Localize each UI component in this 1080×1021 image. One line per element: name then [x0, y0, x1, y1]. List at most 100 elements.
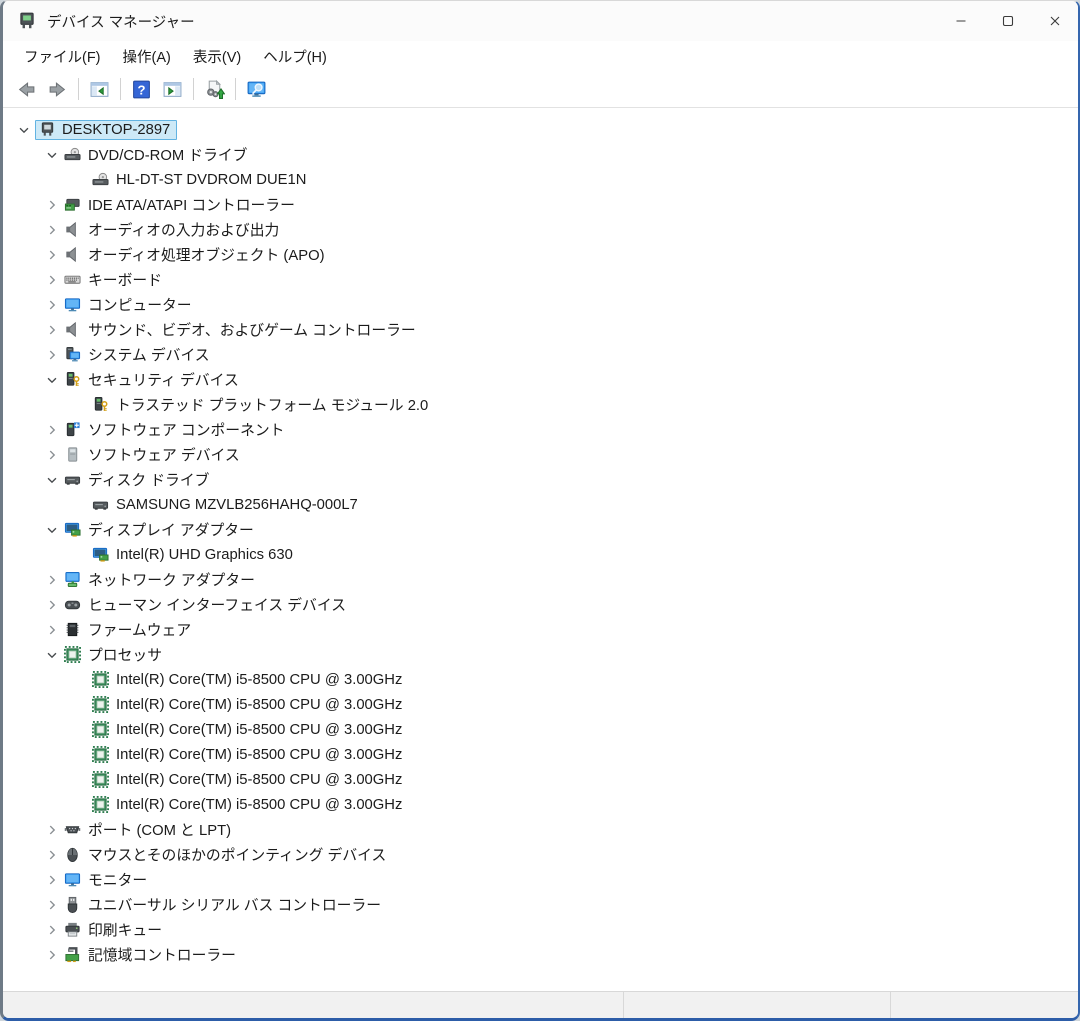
chevron-right-icon[interactable] [43, 847, 61, 863]
tree-item-label: プロセッサ [88, 643, 165, 666]
tree-item[interactable]: ネットワーク アダプター [3, 567, 1078, 592]
tree-item[interactable]: ユニバーサル シリアル バス コントローラー [3, 892, 1078, 917]
tree-item[interactable]: DVD/CD-ROM ドライブ [3, 142, 1078, 167]
minimize-button[interactable] [937, 1, 984, 41]
processor-icon [91, 671, 110, 689]
tree-item-label: IDE ATA/ATAPI コントローラー [88, 193, 298, 216]
tree-item[interactable]: HL-DT-ST DVDROM DUE1N [3, 167, 1078, 192]
chevron-right-icon[interactable] [43, 422, 61, 438]
forward-button[interactable] [42, 76, 73, 103]
menu-item-file[interactable]: ファイル(F) [13, 42, 112, 71]
chevron-down-icon[interactable] [43, 647, 61, 663]
chevron-right-icon[interactable] [43, 622, 61, 638]
selected-item-highlight: DESKTOP-2897 [35, 120, 177, 140]
chevron-right-icon[interactable] [43, 897, 61, 913]
tree-item[interactable]: オーディオ処理オブジェクト (APO) [3, 242, 1078, 267]
tree-item[interactable]: セキュリティ デバイス [3, 367, 1078, 392]
chevron-down-icon[interactable] [43, 472, 61, 488]
tree-item-label: ファームウェア [88, 618, 194, 641]
chevron-right-icon[interactable] [43, 822, 61, 838]
chevron-down-icon[interactable] [43, 372, 61, 388]
tree-item[interactable]: サウンド、ビデオ、およびゲーム コントローラー [3, 317, 1078, 342]
show-hide-action-pane-button[interactable] [157, 76, 188, 103]
menu-item-help[interactable]: ヘルプ(H) [252, 42, 338, 71]
show-hide-console-tree-button[interactable] [84, 76, 115, 103]
processor-icon [91, 746, 110, 764]
chevron-right-icon[interactable] [43, 447, 61, 463]
tree-item[interactable]: ポート (COM と LPT) [3, 817, 1078, 842]
tree-item[interactable]: モニター [3, 867, 1078, 892]
speaker-icon [63, 221, 82, 239]
processor-icon [91, 721, 110, 739]
chevron-right-icon[interactable] [43, 947, 61, 963]
tree-item[interactable]: SAMSUNG MZVLB256HAHQ-000L7 [3, 492, 1078, 517]
chevron-right-icon[interactable] [43, 247, 61, 263]
tree-item[interactable]: トラステッド プラットフォーム モジュール 2.0 [3, 392, 1078, 417]
forward-arrow-icon [47, 79, 68, 100]
scan-hardware-icon [246, 79, 267, 100]
chevron-right-icon[interactable] [43, 297, 61, 313]
hid-icon [63, 596, 82, 614]
chevron-right-icon[interactable] [43, 872, 61, 888]
chevron-right-icon[interactable] [43, 572, 61, 588]
network-adapter-icon [63, 571, 82, 589]
display-adapter-icon [63, 521, 82, 539]
tree-item[interactable]: ディスク ドライブ [3, 467, 1078, 492]
chevron-right-icon[interactable] [43, 322, 61, 338]
tree-item[interactable]: システム デバイス [3, 342, 1078, 367]
tree-item[interactable]: プロセッサ [3, 642, 1078, 667]
help-button[interactable]: ? [126, 76, 157, 103]
tree-item[interactable]: コンピューター [3, 292, 1078, 317]
system-devices-icon [63, 346, 82, 364]
menu-item-view[interactable]: 表示(V) [182, 42, 252, 71]
maximize-button[interactable] [984, 1, 1031, 41]
security-device-icon [91, 396, 110, 414]
menu-item-action[interactable]: 操作(A) [112, 42, 182, 71]
chevron-down-icon[interactable] [43, 147, 61, 163]
tree-item[interactable]: オーディオの入力および出力 [3, 217, 1078, 242]
tree-item[interactable]: Intel(R) UHD Graphics 630 [3, 542, 1078, 567]
chevron-down-icon[interactable] [43, 522, 61, 538]
minimize-icon [955, 15, 967, 27]
tree-item[interactable]: ディスプレイ アダプター [3, 517, 1078, 542]
tree-item[interactable]: ソフトウェア デバイス [3, 442, 1078, 467]
scan-hardware-changes-button[interactable] [241, 76, 272, 103]
tree-item-label: ディスプレイ アダプター [88, 518, 257, 541]
chevron-right-icon[interactable] [43, 347, 61, 363]
chevron-right-icon[interactable] [43, 272, 61, 288]
speaker-icon [63, 246, 82, 264]
status-segment [891, 992, 1078, 1018]
tree-item[interactable]: Intel(R) Core(TM) i5-8500 CPU @ 3.00GHz [3, 767, 1078, 792]
chevron-down-icon[interactable] [15, 122, 33, 138]
tree-item[interactable]: ファームウェア [3, 617, 1078, 642]
tree-item[interactable]: 記憶域コントローラー [3, 942, 1078, 967]
tree-item-label: SAMSUNG MZVLB256HAHQ-000L7 [116, 496, 361, 514]
chevron-right-icon[interactable] [43, 197, 61, 213]
toolbar-separator [193, 78, 194, 100]
chevron-right-icon[interactable] [43, 597, 61, 613]
update-driver-button[interactable] [199, 76, 230, 103]
tree-item[interactable]: Intel(R) Core(TM) i5-8500 CPU @ 3.00GHz [3, 742, 1078, 767]
processor-icon [91, 796, 110, 814]
tree-item[interactable]: Intel(R) Core(TM) i5-8500 CPU @ 3.00GHz [3, 667, 1078, 692]
tree-item[interactable]: マウスとそのほかのポインティング デバイス [3, 842, 1078, 867]
tree-item-label: オーディオの入力および出力 [88, 218, 282, 241]
tree-item[interactable]: キーボード [3, 267, 1078, 292]
close-button[interactable] [1031, 1, 1078, 41]
tree-item[interactable]: DESKTOP-2897 [3, 117, 1078, 142]
tree-item[interactable]: 印刷キュー [3, 917, 1078, 942]
tree-item[interactable]: ヒューマン インターフェイス デバイス [3, 592, 1078, 617]
tree-item[interactable]: IDE ATA/ATAPI コントローラー [3, 192, 1078, 217]
tree-item-label: DESKTOP-2897 [62, 121, 173, 139]
back-button[interactable] [11, 76, 42, 103]
display-adapter-icon [91, 546, 110, 564]
maximize-icon [1002, 15, 1014, 27]
tree-item[interactable]: Intel(R) Core(TM) i5-8500 CPU @ 3.00GHz [3, 792, 1078, 817]
tree-item[interactable]: Intel(R) Core(TM) i5-8500 CPU @ 3.00GHz [3, 692, 1078, 717]
chevron-right-icon[interactable] [43, 222, 61, 238]
toolbar: ? [3, 71, 1078, 108]
chevron-right-icon[interactable] [43, 922, 61, 938]
tree-item[interactable]: Intel(R) Core(TM) i5-8500 CPU @ 3.00GHz [3, 717, 1078, 742]
chevron-spacer [71, 497, 89, 513]
tree-item[interactable]: ソフトウェア コンポーネント [3, 417, 1078, 442]
